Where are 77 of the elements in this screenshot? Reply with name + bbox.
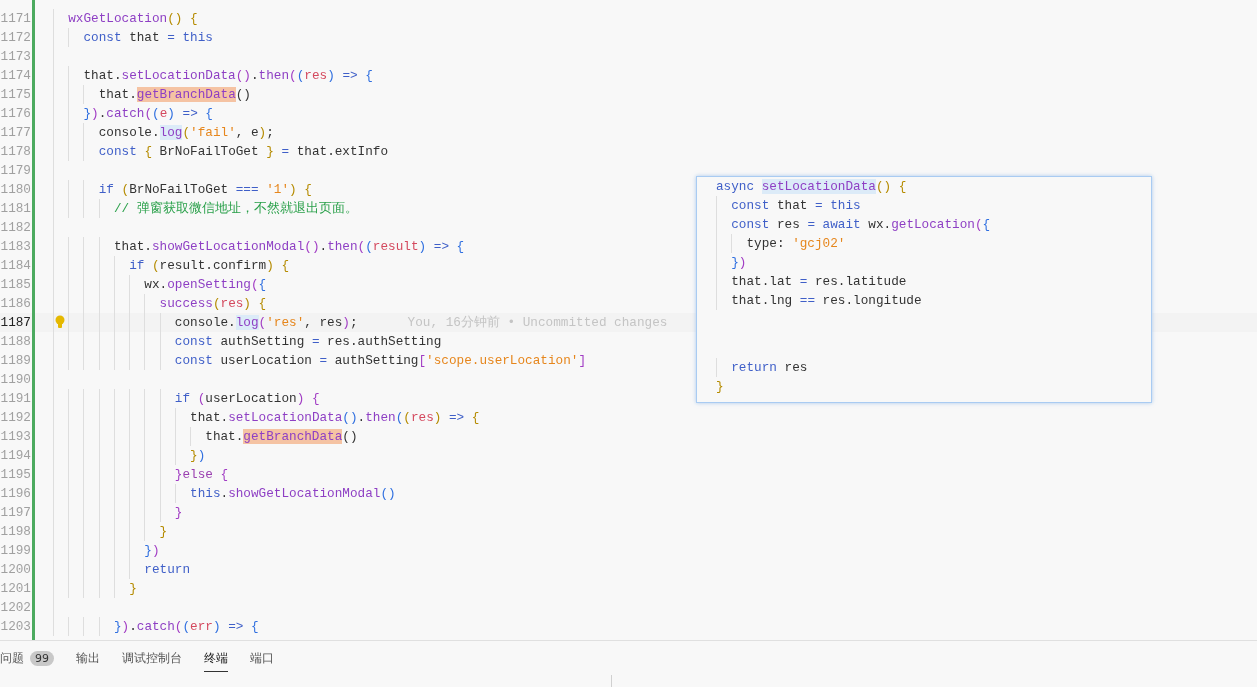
code-line: const { BrNoFailToGet } = that.extInfo <box>97 144 389 159</box>
line-number: 1184 <box>0 257 31 275</box>
line-number: 1178 <box>0 143 31 161</box>
code-line: return res <box>730 360 808 375</box>
line-number: 1189 <box>0 352 31 370</box>
code-line: that.getBranchData() <box>97 87 251 102</box>
code-line: }else { <box>173 467 229 482</box>
line-number: 1196 <box>0 485 31 503</box>
code-line: console.log('res', res); <box>173 315 358 330</box>
lightbulb-icon[interactable] <box>55 315 65 329</box>
line-number: 1202 <box>0 599 31 617</box>
code-line: const that = this <box>82 30 213 45</box>
code-line: } <box>158 524 168 539</box>
count-badge: 99 <box>30 651 54 666</box>
code-line: type: 'gcj02' <box>745 236 846 251</box>
code-line: that.lat = res.latitude <box>730 274 907 289</box>
code-line: const res = await wx.getLocation({ <box>730 217 991 232</box>
line-number: 1179 <box>0 162 31 180</box>
code-line: }) <box>730 255 747 270</box>
code-line: }).catch((e) => { <box>82 106 213 121</box>
panel-tab[interactable]: 调试控制台 <box>122 650 182 672</box>
panel-tab[interactable]: 输出 <box>76 650 100 672</box>
line-number: 1171 <box>0 10 31 28</box>
line-number: 1193 <box>0 428 31 446</box>
line-number: 1185 <box>0 276 31 294</box>
line-number: 1174 <box>0 67 31 85</box>
line-number: 1190 <box>0 371 31 389</box>
line-number: 1197 <box>0 504 31 522</box>
panel-tab[interactable]: 端口 <box>250 650 274 672</box>
line-number: 1177 <box>0 124 31 142</box>
code-line: return <box>143 562 191 577</box>
line-number: 1198 <box>0 523 31 541</box>
line-number: 1199 <box>0 542 31 560</box>
line-number: 1188 <box>0 333 31 351</box>
line-number: 1187 <box>0 314 31 332</box>
panel-tab[interactable]: 问题 99 <box>0 650 54 672</box>
code-line: wxGetLocation() { <box>67 11 198 26</box>
line-number: 1183 <box>0 238 31 256</box>
line-number: 1195 <box>0 466 31 484</box>
code-line: if (userLocation) { <box>173 391 320 406</box>
code-line: if (BrNoFailToGet === '1') { <box>97 182 312 197</box>
line-number: 1180 <box>0 181 31 199</box>
code-line: that.showGetLocationModal().then((result) => { <box>112 239 465 254</box>
code-line: }) <box>143 543 160 558</box>
line-number: 1200 <box>0 561 31 579</box>
line-number: 1194 <box>0 447 31 465</box>
code-line: const authSetting = res.authSetting <box>173 334 442 349</box>
line-number: 1172 <box>0 29 31 47</box>
code-line: const that = this <box>730 198 861 213</box>
code-line: async setLocationData() { <box>716 179 907 194</box>
code-line: console.log('fail', e); <box>97 125 274 140</box>
code-line: this.showGetLocationModal() <box>189 486 396 501</box>
line-number: 1181 <box>0 200 31 218</box>
code-line: }).catch((err) => { <box>112 619 259 634</box>
line-number: 1182 <box>0 219 31 237</box>
code-line: that.setLocationData().then((res) => { <box>189 410 480 425</box>
line-number: 1203 <box>0 618 31 636</box>
code-line: that.lng == res.longitude <box>730 293 922 308</box>
code-line: // 弹窗获取微信地址，不然就退出页面。 <box>112 201 358 216</box>
line-number: 1186 <box>0 295 31 313</box>
code-line: } <box>716 379 724 394</box>
line-number: 1191 <box>0 390 31 408</box>
line-number: 1173 <box>0 48 31 66</box>
code-line: } <box>128 581 137 596</box>
code-line: wx.openSetting({ <box>143 277 267 292</box>
code-line: const userLocation = authSetting['scope.userLocation'] <box>173 353 586 368</box>
code-line: success(res) { <box>158 296 267 311</box>
code-line: } <box>173 505 183 520</box>
code-line: that.setLocationData().then((res) => { <box>82 68 373 83</box>
line-number: 1201 <box>0 580 31 598</box>
line-number: 1175 <box>0 86 31 104</box>
line-number: 1176 <box>0 105 31 123</box>
code-line: if (result.confirm) { <box>128 258 290 273</box>
line-number: 1192 <box>0 409 31 427</box>
code-line: }) <box>189 448 206 463</box>
panel-tab[interactable]: 终端 <box>204 650 228 672</box>
code-line: that.getBranchData() <box>204 429 358 444</box>
